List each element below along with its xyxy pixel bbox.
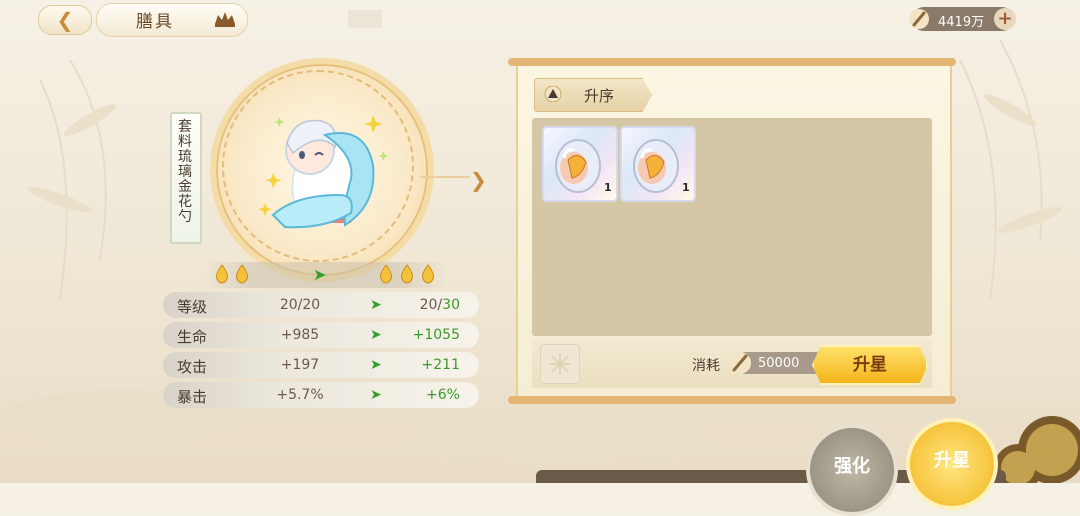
cost-display: 50000 xyxy=(729,352,826,374)
stat-next-value: 30 xyxy=(442,297,460,313)
item-name: 套料琉璃金花勺 xyxy=(178,119,192,225)
stat-next: +1055 xyxy=(400,327,460,343)
back-arrow-icon: ❮ xyxy=(56,8,74,32)
stat-next: +6% xyxy=(400,387,460,403)
item-count: 1 xyxy=(604,181,612,194)
stat-label: 生命 xyxy=(177,328,208,346)
stat-next: 20/30 xyxy=(400,297,460,313)
stat-arrow-icon: ➤ xyxy=(370,387,382,403)
stat-arrow-icon: ➤ xyxy=(370,327,382,343)
item-count: 1 xyxy=(682,181,690,194)
stat-current: +5.7% xyxy=(276,387,324,403)
empty-material-slot[interactable] xyxy=(540,344,580,384)
stat-next-value: +1055 xyxy=(412,327,460,343)
cost-amount: 50000 xyxy=(758,356,800,371)
stat-next-value: +211 xyxy=(421,357,460,373)
sort-triangle-icon xyxy=(544,86,562,102)
stat-next-prefix: 20/ xyxy=(419,297,443,313)
chef-hat-icon xyxy=(215,12,235,27)
strengthen-label: 强化 xyxy=(834,456,870,477)
connector-line xyxy=(420,176,470,178)
scroll-rod-top xyxy=(508,58,956,66)
sort-label: 升序 xyxy=(584,87,615,105)
stat-label: 等级 xyxy=(177,298,208,316)
scroll-rod-bottom xyxy=(508,396,956,404)
brush-currency-icon xyxy=(909,9,929,29)
upstar-tab-button[interactable]: 升星 xyxy=(906,418,998,510)
stat-next-value: +6% xyxy=(426,387,460,403)
snowflake-icon xyxy=(549,353,571,375)
stat-next: +211 xyxy=(400,357,460,373)
currency-amount: 4419万 xyxy=(938,15,985,30)
upstar-confirm-button[interactable]: 升星 xyxy=(812,345,928,385)
item-character-icon[interactable] xyxy=(255,95,395,235)
cost-label: 消耗 xyxy=(692,358,720,374)
stat-arrow-icon: ➤ xyxy=(370,357,382,373)
stat-current: 20/20 xyxy=(279,297,321,313)
stat-label: 攻击 xyxy=(177,358,208,376)
currency-display: 4419万 + xyxy=(909,7,1016,31)
star-drop-icon xyxy=(401,264,413,284)
back-button[interactable]: ❮ xyxy=(38,5,92,35)
stat-current: +197 xyxy=(280,357,320,373)
top-bar: ❮ 膳具 4419万 + xyxy=(0,0,1080,40)
star-drop-icon xyxy=(216,264,228,284)
stat-arrow-icon: ➤ xyxy=(370,297,382,313)
strengthen-tab-button[interactable]: 强化 xyxy=(806,424,898,516)
page-title: 膳具 xyxy=(136,12,174,32)
upstar-tab-label: 升星 xyxy=(934,450,970,471)
add-currency-button[interactable]: + xyxy=(994,8,1016,30)
connector-arrow-icon: ❯ xyxy=(470,168,487,192)
star-drop-icon xyxy=(236,264,248,284)
stat-current: +985 xyxy=(280,327,320,343)
star-arrow-icon: ➤ xyxy=(313,265,327,284)
stat-label: 暴击 xyxy=(177,388,208,406)
star-drop-icon xyxy=(380,264,392,284)
star-drop-icon xyxy=(422,264,434,284)
brush-currency-icon xyxy=(729,352,751,374)
